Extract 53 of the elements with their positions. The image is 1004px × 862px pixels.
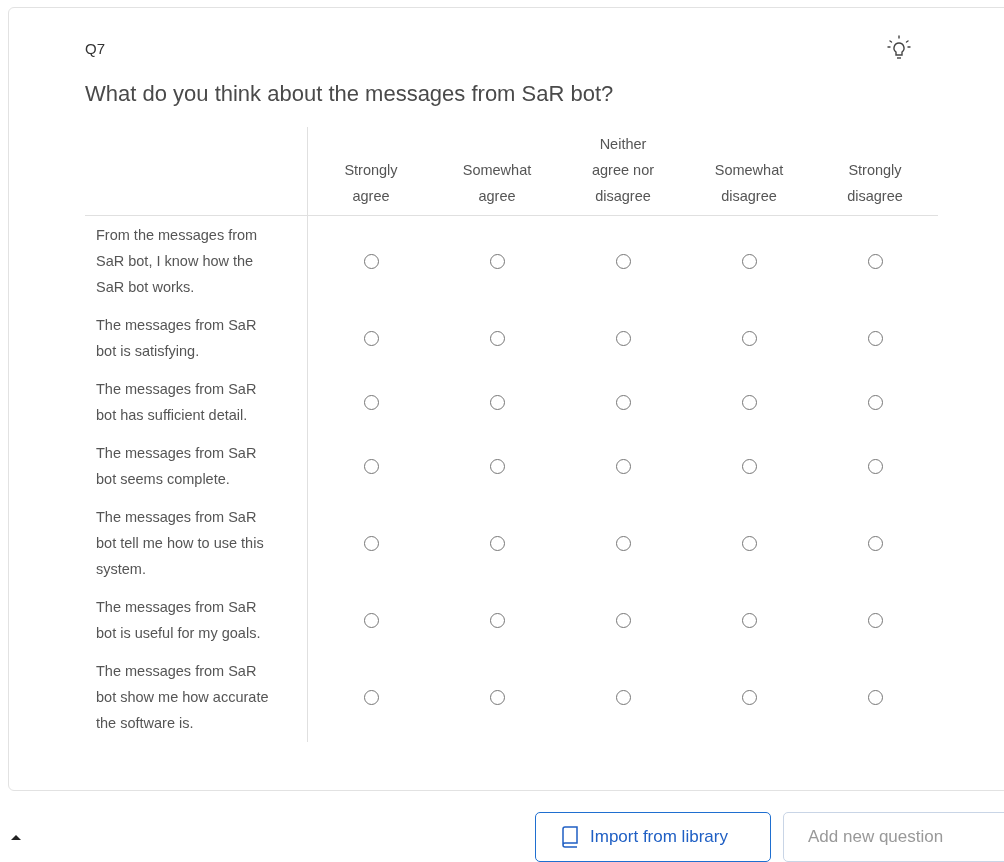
radio-button[interactable] <box>489 330 505 346</box>
radio-button[interactable] <box>489 253 505 269</box>
radio-button[interactable] <box>489 535 505 551</box>
radio-button[interactable] <box>363 612 379 628</box>
statement-text: The messages from SaR bot seems complete. <box>96 444 258 489</box>
radio-button[interactable] <box>615 330 631 346</box>
radio-button[interactable] <box>867 535 883 551</box>
statement-text: The messages from SaR bot show me how accurate the software is. <box>96 662 270 733</box>
question-text: What do you think about the messages from SaR bot? <box>85 81 615 107</box>
statement-text: From the messages from SaR bot, I know how the SaR bot works. <box>96 226 259 297</box>
radio-button[interactable] <box>615 253 631 269</box>
radio-button[interactable] <box>867 458 883 474</box>
statement-text: The messages from SaR bot is satisfying. <box>96 316 258 361</box>
book-icon <box>560 826 580 848</box>
column-header: Strongly disagree <box>846 161 904 206</box>
radio-button[interactable] <box>741 458 757 474</box>
radio-button[interactable] <box>741 253 757 269</box>
radio-button[interactable] <box>363 394 379 410</box>
radio-button[interactable] <box>867 330 883 346</box>
radio-button[interactable] <box>363 458 379 474</box>
radio-button[interactable] <box>741 394 757 410</box>
collapse-caret-icon[interactable] <box>10 834 22 841</box>
statement-text: The messages from SaR bot tell me how to use this system. <box>96 508 265 579</box>
radio-button[interactable] <box>615 394 631 410</box>
radio-button[interactable] <box>363 535 379 551</box>
radio-button[interactable] <box>615 458 631 474</box>
radio-button[interactable] <box>615 612 631 628</box>
import-button[interactable]: Import from library <box>535 812 771 862</box>
column-header: Neither agree nor disagree <box>590 135 656 206</box>
radio-button[interactable] <box>867 689 883 705</box>
radio-button[interactable] <box>489 689 505 705</box>
radio-button[interactable] <box>741 535 757 551</box>
radio-button[interactable] <box>741 330 757 346</box>
column-header: Somewhat disagree <box>713 161 785 206</box>
radio-button[interactable] <box>363 330 379 346</box>
column-header: Strongly agree <box>343 161 399 206</box>
radio-button[interactable] <box>615 535 631 551</box>
column-header: Somewhat agree <box>461 161 533 206</box>
radio-button[interactable] <box>615 689 631 705</box>
radio-button[interactable] <box>867 394 883 410</box>
radio-button[interactable] <box>741 689 757 705</box>
radio-button[interactable] <box>363 253 379 269</box>
radio-button[interactable] <box>363 689 379 705</box>
statement-text: The messages from SaR bot has sufficient detail. <box>96 380 258 425</box>
radio-button[interactable] <box>489 394 505 410</box>
radio-button[interactable] <box>489 458 505 474</box>
lightbulb-icon[interactable] <box>887 35 911 61</box>
radio-button[interactable] <box>867 253 883 269</box>
question-number: Q7 <box>85 39 105 57</box>
statement-text: The messages from SaR bot is useful for my goals. <box>96 598 262 643</box>
radio-button[interactable] <box>489 612 505 628</box>
radio-button[interactable] <box>867 612 883 628</box>
radio-button[interactable] <box>741 612 757 628</box>
